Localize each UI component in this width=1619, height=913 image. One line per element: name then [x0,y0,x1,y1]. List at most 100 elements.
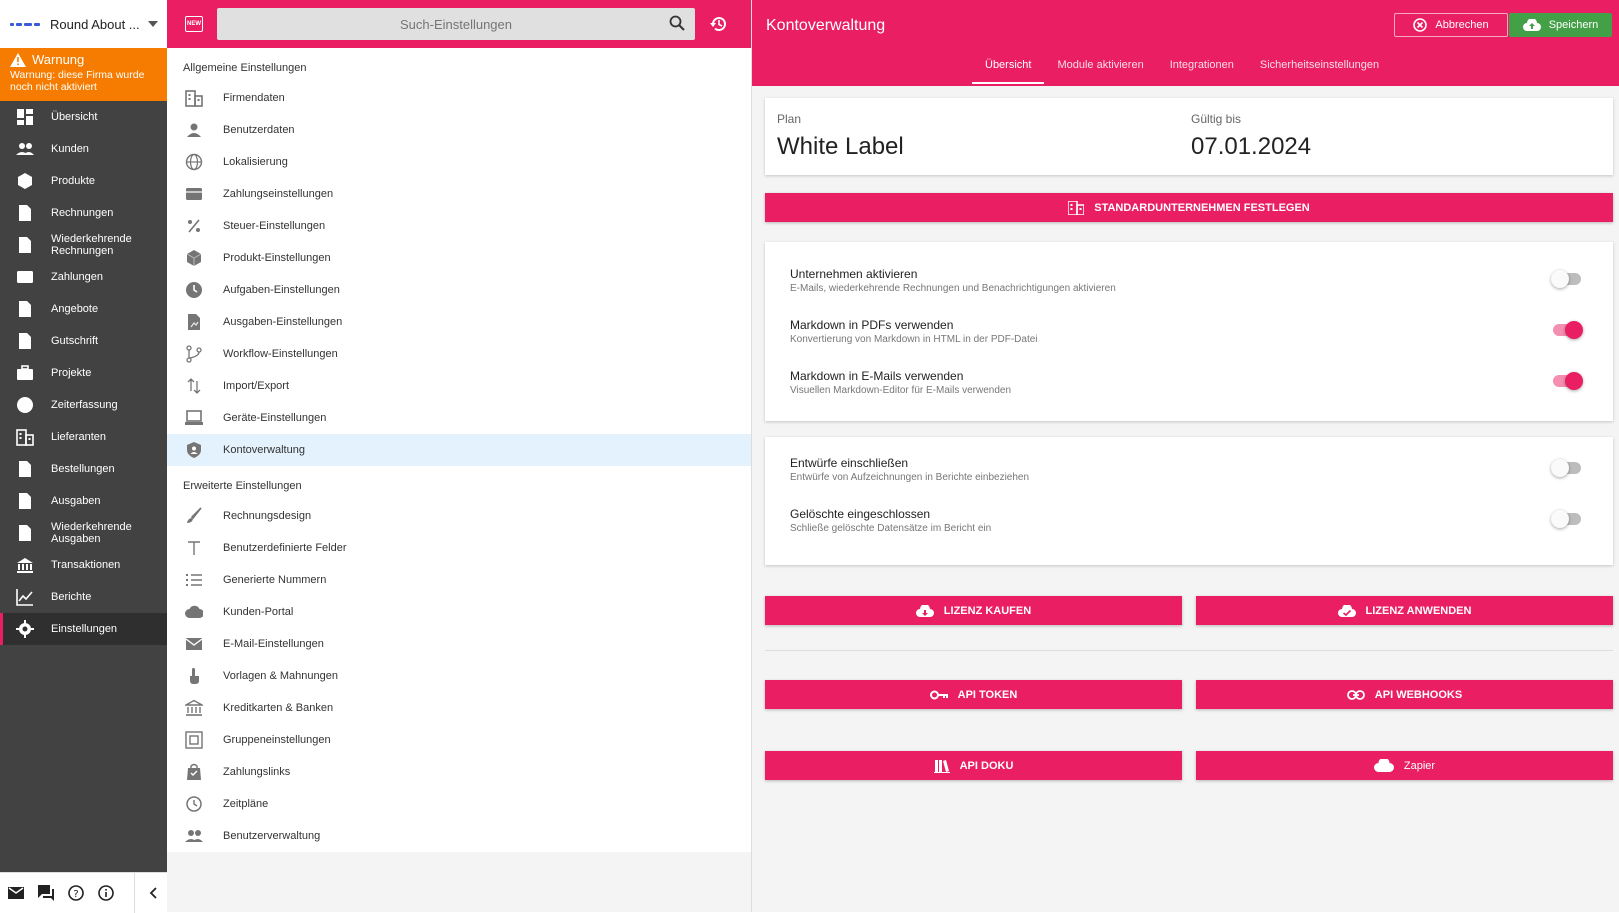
nav-footer: ? [0,872,167,913]
settings-item-advanced-6[interactable]: Vorlagen & Mahnungen [167,660,751,692]
tab-overview[interactable]: Übersicht [972,52,1045,84]
nav-item-label: Kunden [51,143,89,155]
nav-item-13[interactable]: Ausgaben [0,485,167,517]
toggle-switch[interactable] [1551,510,1581,528]
search-input[interactable] [217,16,695,32]
help-icon[interactable]: ? [68,884,84,901]
cancel-button[interactable]: Abbrechen [1394,13,1508,37]
tab-security[interactable]: Sicherheitseinstellungen [1247,52,1392,84]
settings-item-advanced-4[interactable]: Kunden-Portal [167,596,751,628]
warning-title: Warnung [32,52,85,67]
toggle-switch[interactable] [1553,321,1583,339]
new-badge-icon[interactable]: NEW [185,16,203,32]
history-icon[interactable] [709,15,727,33]
settings-item-basic-9[interactable]: Workflow-Einstellungen [167,338,751,370]
toggle-switch[interactable] [1551,459,1581,477]
nav-item-10[interactable]: Zeiterfassung [0,389,167,421]
settings-item-basic-6[interactable]: Produkt-Einstellungen [167,242,751,274]
set-default-company-button[interactable]: STANDARDUNTERNEHMEN FESTLEGEN [765,193,1613,222]
settings-item-advanced-10[interactable]: Zeitpläne [167,788,751,820]
settings-item-basic-3[interactable]: Lokalisierung [167,146,751,178]
buy-license-label: LIZENZ KAUFEN [943,604,1032,617]
nav-item-16[interactable]: Berichte [0,581,167,613]
company-selector[interactable]: Round About ... [0,0,167,48]
toggle-subtitle: Entwürfe von Aufzeichnungen in Berichte … [790,472,1030,483]
tab-modules[interactable]: Module aktivieren [1044,52,1156,84]
settings-item-basic-4[interactable]: Zahlungseinstellungen [167,178,751,210]
recurring-icon [16,524,34,542]
settings-item-label: Kontoverwaltung [223,444,305,456]
cube-icon [185,249,203,267]
nav-item-label: Bestellungen [51,463,115,475]
nav-item-label: Wiederkehrende Rechnungen [51,233,132,257]
nav-item-9[interactable]: Projekte [0,357,167,389]
nav-item-1[interactable]: Übersicht [0,101,167,133]
feature-toggles-card: Unternehmen aktivieren E-Mails, wiederke… [765,242,1613,421]
nav-item-15[interactable]: Transaktionen [0,549,167,581]
buy-license-button[interactable]: LIZENZ KAUFEN [765,596,1182,625]
settings-item-advanced-3[interactable]: Generierte Nummern [167,564,751,596]
apply-license-button[interactable]: LIZENZ ANWENDEN [1196,596,1613,625]
toggle-knob [1551,510,1569,528]
settings-item-advanced-1[interactable]: Rechnungsdesign [167,500,751,532]
nav-item-11[interactable]: Lieferanten [0,421,167,453]
main-nav: Round About ... Warnung Warnung: diese F… [0,0,167,913]
nav-item-2[interactable]: Kunden [0,133,167,165]
collapse-chevron-icon[interactable] [149,886,157,899]
text-icon [185,539,203,557]
nav-item-3[interactable]: Produkte [0,165,167,197]
toggle-switch[interactable] [1553,372,1583,390]
settings-item-advanced-8[interactable]: Gruppeneinstellungen [167,724,751,756]
settings-item-advanced-2[interactable]: Benutzerdefinierte Felder [167,532,751,564]
search-icon[interactable] [669,15,685,31]
cancel-circle-icon [1413,18,1428,32]
settings-item-advanced-5[interactable]: E-Mail-Einstellungen [167,628,751,660]
info-icon[interactable] [98,884,114,901]
nav-item-6[interactable]: Zahlungen [0,261,167,293]
settings-item-basic-8[interactable]: Ausgaben-Einstellungen [167,306,751,338]
settings-item-basic-12[interactable]: Kontoverwaltung [167,434,751,466]
settings-item-advanced-11[interactable]: Benutzerverwaltung [167,820,751,852]
settings-item-basic-1[interactable]: Firmendaten [167,82,751,114]
zapier-button[interactable]: Zapier [1196,751,1613,780]
nav-item-7[interactable]: Angebote [0,293,167,325]
nav-item-label: Wiederkehrende Ausgaben [51,521,132,545]
toggle-title: Markdown in PDFs verwenden [790,318,954,332]
settings-item-basic-11[interactable]: Geräte-Einstellungen [167,402,751,434]
toggle-title: Gelöschte eingeschlossen [790,507,931,521]
toggle-switch[interactable] [1551,270,1581,288]
nav-item-label: Zahlungen [51,271,103,283]
save-button[interactable]: Speichern [1509,13,1612,37]
nav-item-label: Angebote [51,303,99,315]
settings-item-basic-10[interactable]: Import/Export [167,370,751,402]
footer-divider [134,872,135,913]
api-docs-button[interactable]: API DOKU [765,751,1182,780]
cloud-upload-icon [1522,19,1541,31]
settings-item-advanced-7[interactable]: Kreditkarten & Banken [167,692,751,724]
nav-item-label: Projekte [51,367,92,379]
nav-item-12[interactable]: Bestellungen [0,453,167,485]
nav-item-8[interactable]: Gutschrift [0,325,167,357]
settings-item-advanced-9[interactable]: Zahlungslinks [167,756,751,788]
list-numbered-icon [185,571,203,589]
settings-item-label: Zahlungseinstellungen [223,188,334,200]
api-token-button[interactable]: API TOKEN [765,680,1182,709]
api-webhooks-button[interactable]: API WEBHOOKS [1196,680,1613,709]
nav-item-4[interactable]: Rechnungen [0,197,167,229]
library-icon [933,759,950,773]
settings-search[interactable] [217,8,695,40]
settings-item-basic-7[interactable]: Aufgaben-Einstellungen [167,274,751,306]
toggle-title: Markdown in E-Mails verwenden [790,369,964,383]
settings-item-basic-2[interactable]: Benutzerdaten [167,114,751,146]
settings-item-basic-5[interactable]: Steuer-Einstellungen [167,210,751,242]
nav-item-5[interactable]: Wiederkehrende Rechnungen [0,229,167,261]
toggle-row: Unternehmen aktivieren E-Mails, wiederke… [790,267,1583,294]
settings-item-label: Ausgaben-Einstellungen [223,316,343,328]
tab-integrations[interactable]: Integrationen [1157,52,1247,84]
nav-item-17[interactable]: Einstellungen [0,613,167,645]
nav-item-label: Zeiterfassung [51,399,118,411]
settings-item-label: E-Mail-Einstellungen [223,638,324,650]
nav-item-14[interactable]: Wiederkehrende Ausgaben [0,517,167,549]
mail-icon[interactable] [8,886,24,899]
forum-icon[interactable] [38,884,54,901]
